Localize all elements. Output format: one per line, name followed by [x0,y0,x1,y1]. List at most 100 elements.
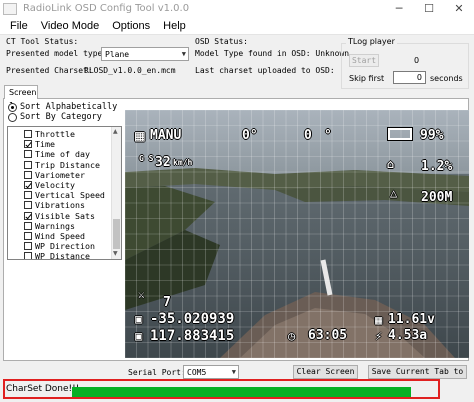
osd-altitude: 200M [421,190,453,205]
osd-mode: MANU [150,128,182,143]
save-current-tab-button[interactable]: Save Current Tab to [368,365,467,379]
tlog-start-button[interactable]: Start [349,54,379,67]
list-item-label: Time [35,139,55,150]
status-message: CharSet Done!!! [6,384,80,394]
osd-pitch-deg-icon: ° [324,128,332,143]
timer-icon: ◷ [288,329,296,343]
list-item[interactable]: Velocity [24,180,75,190]
current-icon: ⚡ [375,329,383,343]
model-type-select[interactable]: Plane ▼ [101,47,189,61]
osd-mode-icon: ▦ [135,126,145,145]
list-item-label: Wind Speed [35,231,85,241]
osd-charset-uploaded: Last charset uploaded to OSD: [195,66,335,75]
checkbox-empty-icon[interactable] [24,201,32,210]
altitude-icon: △ [390,186,398,200]
checkbox-empty-icon[interactable] [24,232,32,240]
list-item-label: Warnings [35,220,75,231]
chevron-down-icon: ▼ [181,50,186,58]
osd-roll: 0° [242,128,258,143]
osd-longitude: 117.883415 [150,328,235,344]
battery-icon [387,127,413,141]
clear-screen-button[interactable]: Clear Screen [293,365,358,379]
sort-alphabetically-radio[interactable]: Sort Alphabetically [8,102,117,112]
list-item[interactable]: Visible Sats [24,211,95,221]
list-item-label: WP Distance [35,251,90,260]
checkbox-checked-icon[interactable] [24,181,32,189]
list-item-label: Throttle [35,129,75,139]
skip-seconds-input[interactable]: 0 [393,71,426,84]
osd-speed: 32 [155,155,171,170]
osd-latitude: -35.020939 [150,311,235,327]
tlog-heading: TLog player [346,37,397,46]
serial-port-value: COM5 [187,368,207,377]
scroll-thumb[interactable] [113,219,120,249]
minimize-button[interactable]: ─ [384,0,414,17]
serial-port-select[interactable]: COM5 ▼ [183,365,239,379]
model-type-label: Presented model type: [6,49,108,58]
tlog-count: 0 [414,56,420,65]
list-item-label: Time of day [35,149,90,160]
checkbox-empty-icon[interactable] [24,150,32,159]
checkbox-empty-icon[interactable] [24,191,32,200]
scroll-down-icon[interactable]: ▼ [113,250,118,257]
list-item-label: Trip Distance [35,159,100,170]
osd-voltage: 11.61v [388,312,435,327]
radio-empty-icon [8,112,17,122]
osd-rssi: 1.2% [421,159,453,174]
list-item[interactable]: Trip Distance [24,160,100,170]
checkbox-empty-icon[interactable] [24,130,32,138]
osd-items-list[interactable]: Throttle Time Time of day Trip Distance Vari… [7,126,122,260]
sort-by-category-label: Sort By Category [20,112,102,122]
sat-icon: ⚔ [138,288,145,301]
list-item[interactable]: Time [24,139,55,149]
menu-video-mode[interactable]: Video Mode [35,20,107,32]
checkbox-empty-icon[interactable] [24,170,32,179]
osd-battery: 99% [420,128,444,143]
list-item[interactable]: WP Distance [24,251,90,260]
checkbox-empty-icon[interactable] [24,160,32,169]
app-icon [3,2,17,15]
osd-sats: 7 [163,295,171,310]
list-item-label: Velocity [35,180,75,190]
list-item[interactable]: Vertical Speed [24,190,105,200]
list-item-label: WP Direction [35,241,95,252]
checkbox-checked-icon[interactable] [24,140,32,149]
close-button[interactable]: ✕ [444,0,474,17]
menu-options[interactable]: Options [106,20,157,32]
charset-label: Presented Charset: [6,66,93,75]
osd-speed-unit: km/h [173,158,193,167]
list-scrollbar[interactable]: ▲ ▼ [111,127,121,259]
osd-time: 63:05 [308,328,348,343]
tab-screen-1[interactable]: Screen 1 [4,85,38,110]
list-item[interactable]: Warnings [24,221,75,231]
checkbox-empty-icon[interactable] [24,242,32,251]
scroll-up-icon[interactable]: ▲ [113,128,118,135]
list-item[interactable]: Variometer [24,170,85,180]
osd-pitch: 0 [304,128,312,143]
skip-first-label: Skip first [349,74,385,83]
window-title: RadioLink OSD Config Tool v1.0.0 [23,3,190,14]
sort-by-category-radio[interactable]: Sort By Category [8,112,102,122]
list-item[interactable]: Throttle [24,129,75,139]
chevron-down-icon: ▼ [231,368,236,376]
lat-icon: ▣ [135,312,143,326]
menu-help[interactable]: Help [157,20,193,32]
osd-preview[interactable]: ▦ MANU 0° 0 ° 99% G S 32 km/h ⌂ 1.2% △ 2… [125,110,469,358]
maximize-button[interactable]: ☐ [414,0,444,17]
voltage-icon: ▦ [375,313,383,327]
checkbox-empty-icon[interactable] [24,221,32,230]
list-item-label: Visible Sats [35,210,95,221]
list-item[interactable]: Time of day [24,149,90,159]
menu-file[interactable]: File [0,20,35,32]
checkbox-checked-icon[interactable] [24,211,32,220]
seconds-label: seconds [430,74,463,83]
sort-alphabetically-label: Sort Alphabetically [20,102,118,112]
checkbox-empty-icon[interactable] [24,252,32,259]
list-item[interactable]: WP Direction [24,241,95,251]
upload-progress-bar [72,387,411,397]
ct-status-heading: CT Tool Status: [6,37,79,46]
title-bar: RadioLink OSD Config Tool v1.0.0 ─ ☐ ✕ [0,0,474,17]
list-item[interactable]: Vibrations [24,200,85,210]
list-item[interactable]: Wind Speed [24,231,85,241]
charset-value: RLOSD_v1.0.0_en.mcm [84,66,176,75]
